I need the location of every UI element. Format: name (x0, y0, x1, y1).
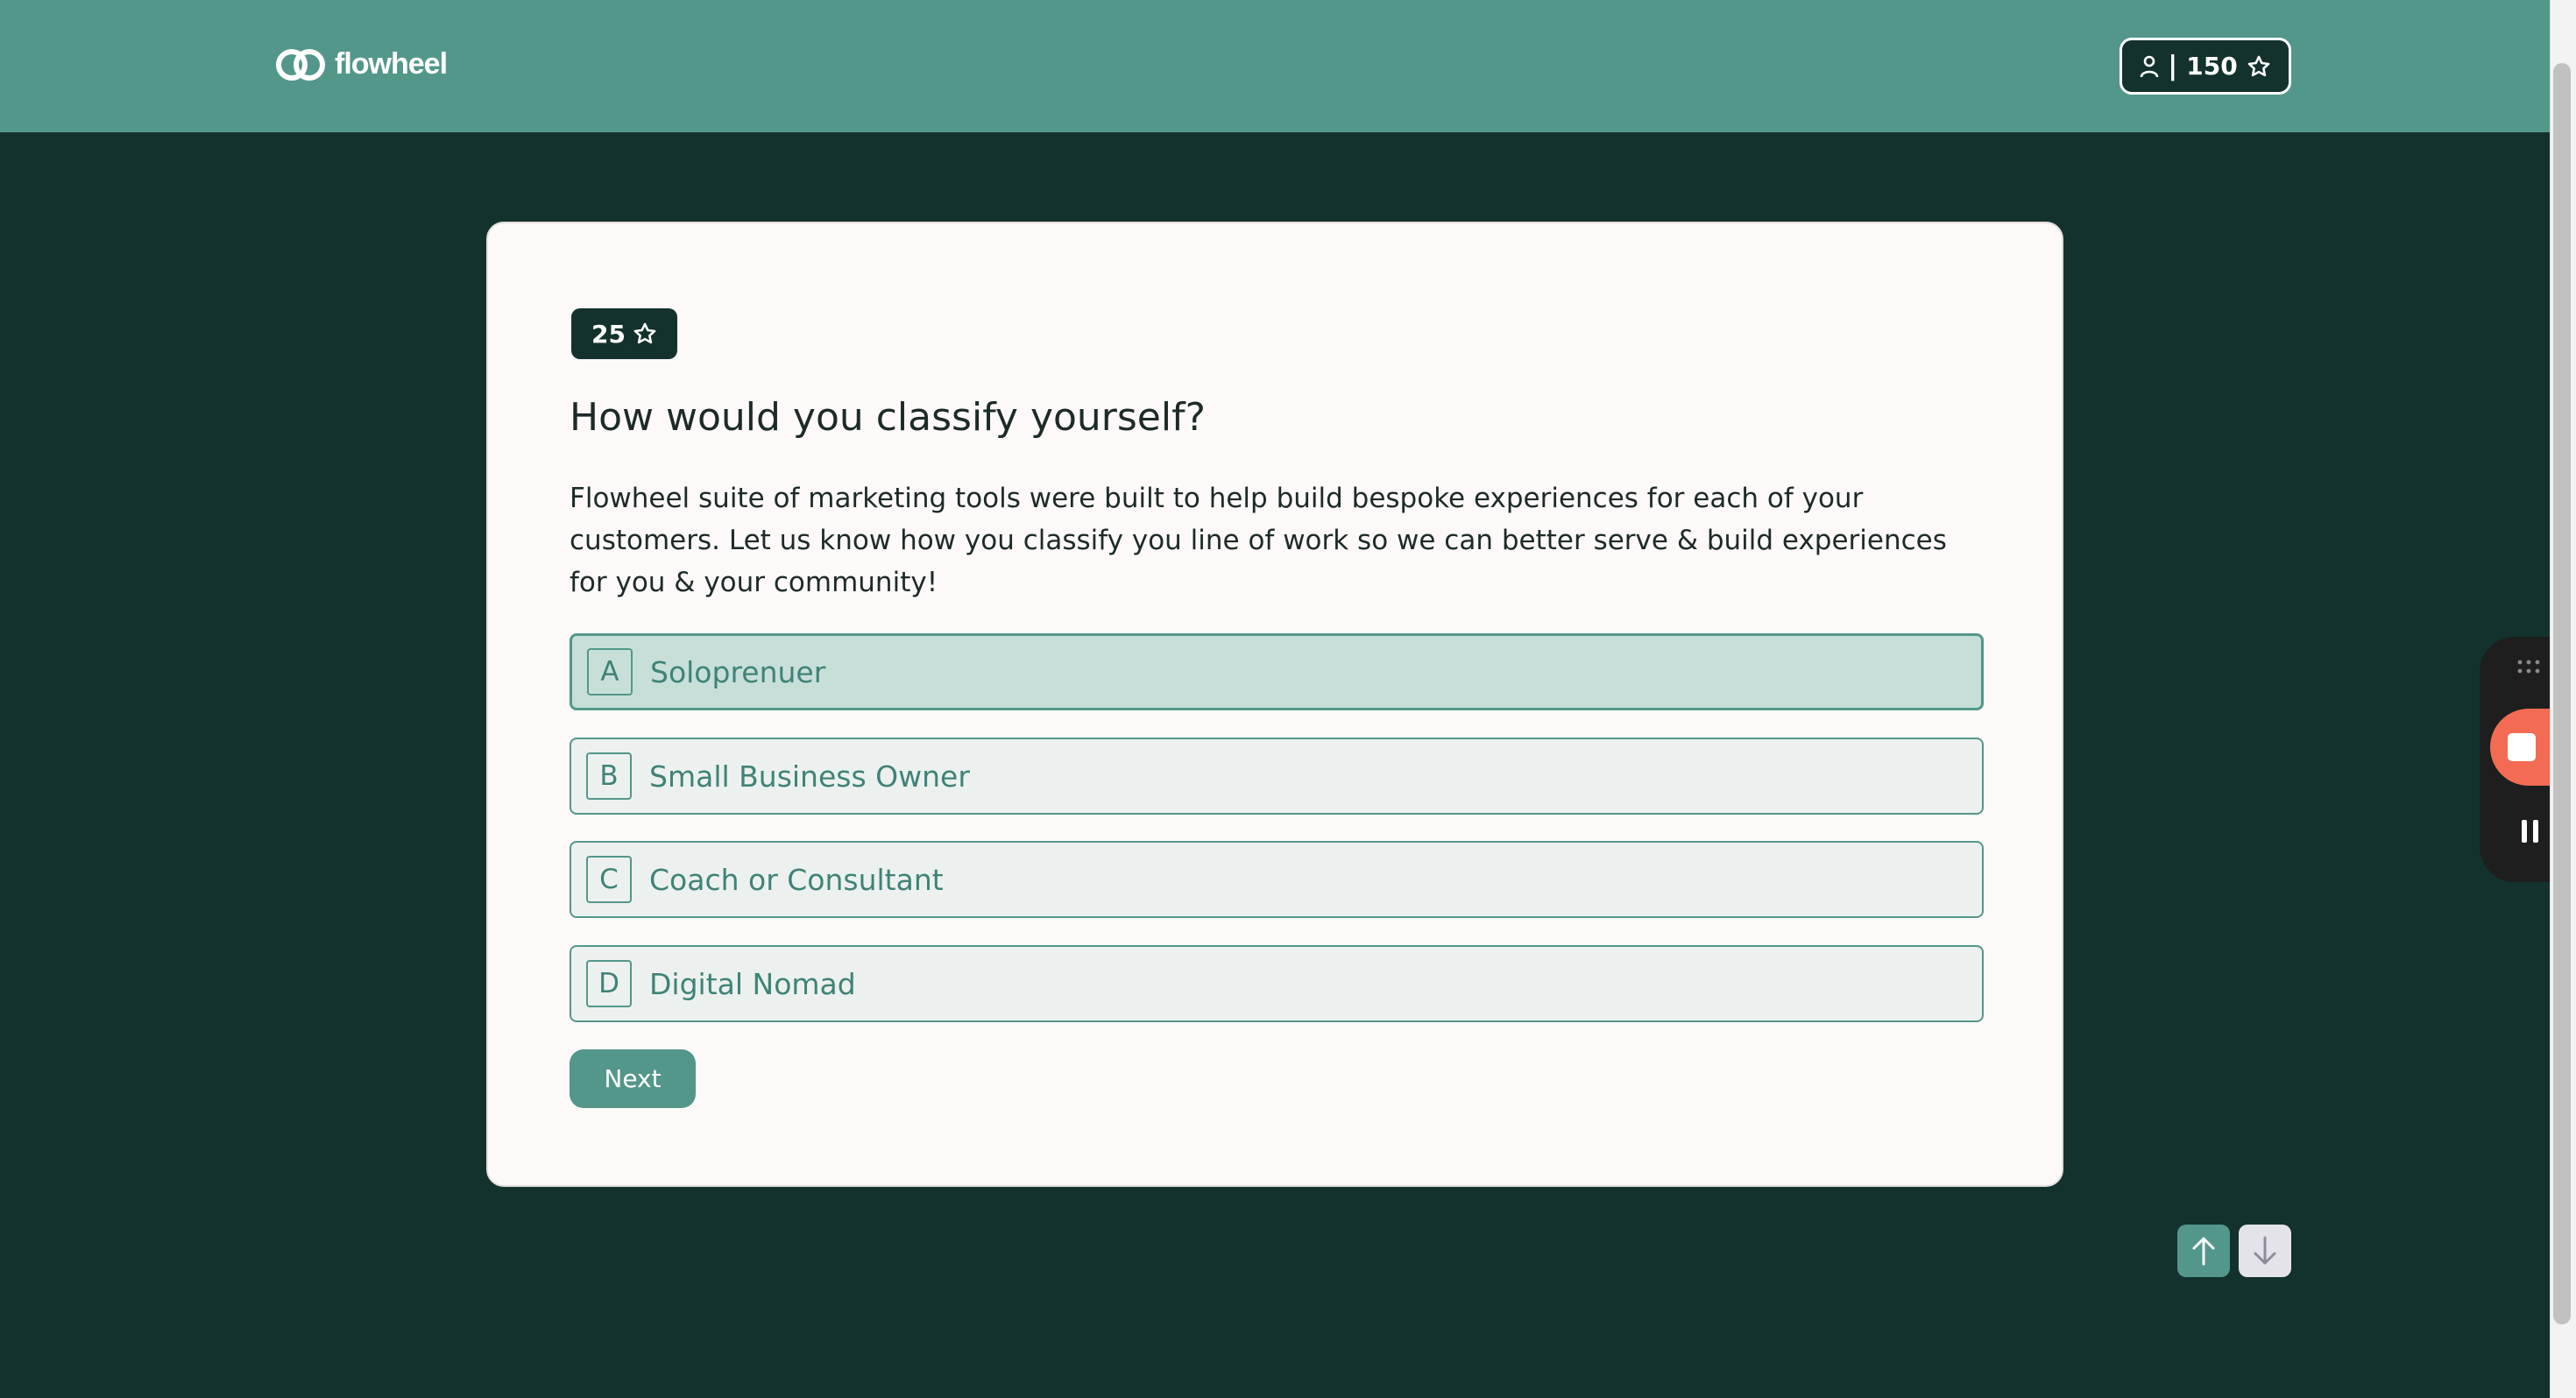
user-icon (2140, 55, 2159, 77)
option-c-coach-or-consultant[interactable]: C Coach or Consultant (570, 841, 1984, 918)
stop-icon (2508, 733, 2536, 761)
stop-recording-button[interactable] (2490, 709, 2550, 786)
option-key: B (586, 752, 632, 800)
drag-grip-icon[interactable] (2516, 659, 2541, 674)
option-label: Small Business Owner (649, 759, 970, 794)
star-icon (2247, 55, 2270, 76)
arrow-down-icon (2254, 1236, 2276, 1265)
option-label: Soloprenuer (650, 654, 826, 689)
top-bar: flowheel | 150 (0, 0, 2550, 132)
previous-question-button[interactable] (2177, 1225, 2230, 1277)
option-label: Coach or Consultant (649, 862, 944, 897)
option-label: Digital Nomad (649, 966, 856, 1001)
brand-name: flowheel (335, 47, 448, 81)
next-button[interactable]: Next (570, 1049, 696, 1108)
user-points-value: 150 (2186, 52, 2238, 81)
points-separator: | (2168, 51, 2178, 81)
brand-logo[interactable]: flowheel (275, 47, 448, 81)
option-b-small-business-owner[interactable]: B Small Business Owner (570, 738, 1984, 815)
star-icon (633, 322, 656, 344)
option-d-digital-nomad[interactable]: D Digital Nomad (570, 945, 1984, 1022)
next-question-nav-button[interactable] (2239, 1225, 2291, 1277)
flowheel-logo-icon (276, 48, 325, 81)
question-description: Flowheel suite of marketing tools were b… (570, 483, 1947, 598)
reward-points-value: 25 (591, 319, 626, 349)
pause-icon[interactable] (2520, 818, 2541, 844)
arrow-up-icon (2192, 1237, 2215, 1266)
option-key: C (586, 856, 632, 903)
option-a-soloprenuer[interactable]: A Soloprenuer (570, 633, 1984, 710)
question-title: How would you classify yourself? (570, 395, 1206, 440)
scrollbar-thumb[interactable] (2553, 63, 2571, 1324)
screen-recorder-widget (2480, 637, 2550, 882)
question-card: 25 How would you classify yourself? Flow… (486, 222, 2063, 1187)
user-points-button[interactable]: | 150 (2120, 38, 2291, 95)
reward-points-badge: 25 (571, 308, 677, 359)
option-key: D (586, 960, 632, 1007)
option-key: A (587, 648, 633, 695)
